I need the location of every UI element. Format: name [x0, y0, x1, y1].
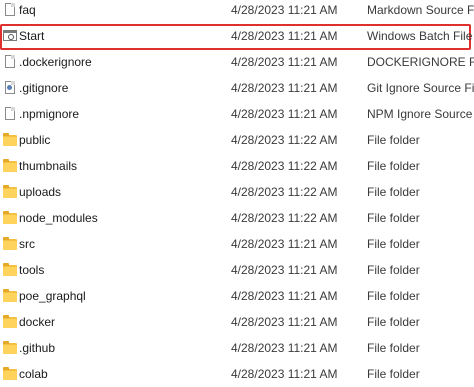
- file-type: File folder: [367, 289, 420, 303]
- file-name: .github: [19, 341, 56, 355]
- batch-file-icon: [3, 29, 17, 43]
- folder-icon: [3, 133, 17, 147]
- file-type: File folder: [367, 211, 420, 225]
- folder-icon: [3, 341, 17, 355]
- folder-icon: [3, 185, 17, 199]
- markdown-file-icon: [3, 3, 17, 17]
- file-date-modified: 4/28/2023 11:22 AM: [231, 211, 338, 225]
- file-name: colab: [19, 367, 48, 381]
- file-row-gitignore[interactable]: .gitignore 4/28/2023 11:21 AM Git Ignore…: [0, 76, 474, 102]
- file-date-modified: 4/28/2023 11:21 AM: [231, 367, 338, 381]
- file-row-docker[interactable]: docker 4/28/2023 11:21 AM File folder: [0, 310, 474, 336]
- git-file-icon: [3, 81, 17, 95]
- file-row-dockerignore[interactable]: .dockerignore 4/28/2023 11:21 AM DOCKERI…: [0, 50, 474, 76]
- file-name: faq: [19, 3, 36, 17]
- blank-file-icon: [3, 107, 17, 121]
- file-date-modified: 4/28/2023 11:21 AM: [231, 289, 338, 303]
- folder-icon: [3, 289, 17, 303]
- file-name: thumbnails: [19, 159, 78, 173]
- file-name: .gitignore: [19, 81, 69, 95]
- folder-icon: [3, 211, 17, 225]
- file-name: .dockerignore: [19, 55, 92, 69]
- file-name: uploads: [19, 185, 62, 199]
- file-row-public[interactable]: public 4/28/2023 11:22 AM File folder: [0, 128, 474, 154]
- folder-icon: [3, 367, 17, 381]
- file-type: File folder: [367, 133, 420, 147]
- file-type: Markdown Source File: [367, 3, 474, 17]
- file-name: .npmignore: [19, 107, 80, 121]
- file-date-modified: 4/28/2023 11:21 AM: [231, 107, 338, 121]
- file-name: node_modules: [19, 211, 98, 225]
- file-row-tools[interactable]: tools 4/28/2023 11:21 AM File folder: [0, 258, 474, 284]
- folder-icon: [3, 315, 17, 329]
- file-type: File folder: [367, 341, 420, 355]
- file-date-modified: 4/28/2023 11:21 AM: [231, 315, 338, 329]
- file-row-faq[interactable]: faq 4/28/2023 11:21 AM Markdown Source F…: [0, 0, 474, 24]
- file-type: File folder: [367, 315, 420, 329]
- file-type: File folder: [367, 263, 420, 277]
- file-row-poe-graphql[interactable]: poe_graphql 4/28/2023 11:21 AM File fold…: [0, 284, 474, 310]
- file-date-modified: 4/28/2023 11:21 AM: [231, 341, 338, 355]
- file-type: File folder: [367, 185, 420, 199]
- file-type: File folder: [367, 159, 420, 173]
- file-row-colab[interactable]: colab 4/28/2023 11:21 AM File folder: [0, 362, 474, 387]
- file-row-node-modules[interactable]: node_modules 4/28/2023 11:22 AM File fol…: [0, 206, 474, 232]
- file-type: Git Ignore Source File: [367, 81, 474, 95]
- file-type: File folder: [367, 367, 420, 381]
- file-date-modified: 4/28/2023 11:21 AM: [231, 55, 338, 69]
- file-type: Windows Batch File: [367, 29, 473, 43]
- file-name: poe_graphql: [19, 289, 86, 303]
- file-name: src: [19, 237, 35, 251]
- file-date-modified: 4/28/2023 11:21 AM: [231, 263, 338, 277]
- folder-icon: [3, 159, 17, 173]
- file-date-modified: 4/28/2023 11:21 AM: [231, 237, 338, 251]
- file-type: File folder: [367, 237, 420, 251]
- file-type: DOCKERIGNORE File: [367, 55, 474, 69]
- file-name: tools: [19, 263, 45, 277]
- file-row-npmignore[interactable]: .npmignore 4/28/2023 11:21 AM NPM Ignore…: [0, 102, 474, 128]
- file-row-github[interactable]: .github 4/28/2023 11:21 AM File folder: [0, 336, 474, 362]
- file-row-start[interactable]: Start 4/28/2023 11:21 AM Windows Batch F…: [0, 24, 473, 50]
- file-row-src[interactable]: src 4/28/2023 11:21 AM File folder: [0, 232, 474, 258]
- file-row-thumbnails[interactable]: thumbnails 4/28/2023 11:22 AM File folde…: [0, 154, 474, 180]
- file-row-uploads[interactable]: uploads 4/28/2023 11:22 AM File folder: [0, 180, 474, 206]
- file-name: public: [19, 133, 51, 147]
- file-name: Start: [19, 29, 45, 43]
- file-date-modified: 4/28/2023 11:22 AM: [231, 133, 338, 147]
- file-date-modified: 4/28/2023 11:21 AM: [231, 29, 338, 43]
- blank-file-icon: [3, 55, 17, 69]
- file-date-modified: 4/28/2023 11:21 AM: [231, 81, 338, 95]
- file-date-modified: 4/28/2023 11:21 AM: [231, 3, 338, 17]
- folder-icon: [3, 237, 17, 251]
- file-type: NPM Ignore Source File: [367, 107, 474, 121]
- file-list: faq 4/28/2023 11:21 AM Markdown Source F…: [0, 0, 474, 387]
- file-date-modified: 4/28/2023 11:22 AM: [231, 159, 338, 173]
- folder-icon: [3, 263, 17, 277]
- file-name: docker: [19, 315, 56, 329]
- file-date-modified: 4/28/2023 11:22 AM: [231, 185, 338, 199]
